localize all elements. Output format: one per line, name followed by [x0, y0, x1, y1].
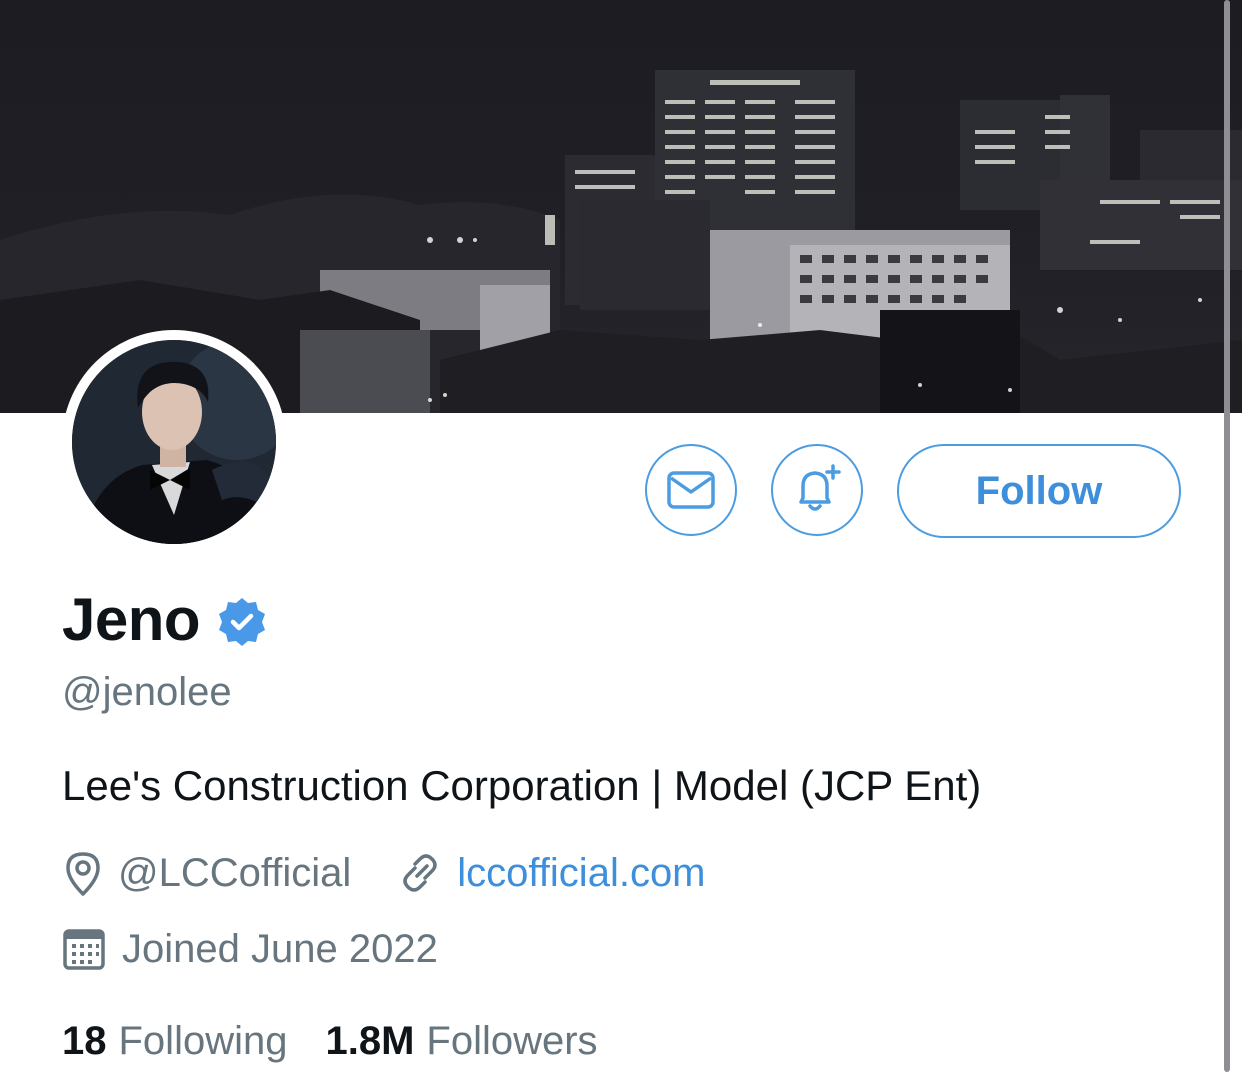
- calendar-icon: [63, 929, 105, 970]
- location-text: @LCCofficial: [118, 850, 352, 895]
- notifications-button[interactable]: [771, 444, 863, 536]
- location-pin-icon: [66, 852, 100, 896]
- scrollbar[interactable]: [1224, 0, 1230, 1072]
- follow-button[interactable]: Follow: [897, 444, 1181, 538]
- message-button[interactable]: [645, 444, 737, 536]
- username-handle: @jenolee: [62, 670, 232, 714]
- following-count[interactable]: 18: [62, 1019, 107, 1064]
- profile-avatar[interactable]: [62, 330, 286, 554]
- display-name-row: Jeno: [62, 583, 268, 655]
- profile-page: Follow Jeno @jenolee Lee's Construction …: [0, 0, 1242, 1092]
- location-item: @LCCofficial: [62, 849, 351, 897]
- followers-count[interactable]: 1.8M: [325, 1019, 414, 1064]
- following-label[interactable]: Following: [119, 1019, 288, 1064]
- profile-meta-row: @LCCofficial lccofficial.com: [62, 848, 706, 898]
- bell-plus-icon: [799, 464, 841, 511]
- avatar-photo: [72, 340, 276, 544]
- followers-label[interactable]: Followers: [426, 1019, 597, 1064]
- envelope-icon: [667, 471, 715, 509]
- link-icon: [403, 854, 438, 892]
- joined-date-text: Joined June 2022: [122, 926, 438, 971]
- display-name: Jeno: [62, 585, 201, 653]
- website-item[interactable]: lccofficial.com: [397, 850, 706, 896]
- joined-date-row: Joined June 2022: [62, 924, 438, 974]
- website-link[interactable]: lccofficial.com: [457, 851, 705, 896]
- profile-bio: Lee's Construction Corporation | Model (…: [62, 762, 982, 809]
- follow-stats-row: 18 Following 1.8M Followers: [62, 1016, 598, 1066]
- verified-badge-icon: [219, 598, 266, 646]
